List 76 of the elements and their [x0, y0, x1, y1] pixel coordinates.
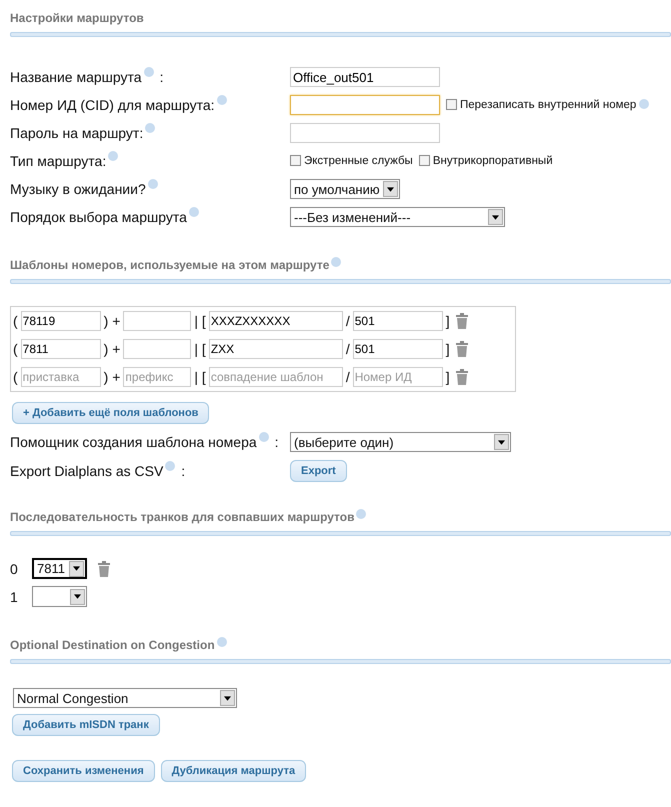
separator-text: / [346, 369, 350, 385]
text-field[interactable] [290, 123, 440, 143]
help-icon [144, 67, 154, 77]
pattern-field[interactable] [123, 311, 192, 331]
separator-text: | [ [194, 369, 206, 385]
dropdown[interactable]: (выберите один) [290, 432, 511, 452]
separator-text: | [ [194, 341, 206, 357]
separator-text: ( [13, 341, 18, 357]
help-icon [216, 95, 227, 105]
trash-icon[interactable] [456, 369, 468, 385]
dropdown[interactable]: ---Без изменений--- [290, 207, 505, 227]
help-icon [258, 432, 269, 442]
checkbox-label: Экстренные службы [304, 155, 413, 167]
separator-text: ] [446, 369, 450, 385]
separator-text: ] [446, 313, 450, 329]
section-heading: Шаблоны номеров, используемые на этом маршруте [10, 257, 330, 274]
separator-text: ) + [104, 369, 120, 385]
separator-text: ) + [104, 341, 120, 357]
action-button[interactable]: Сохранить изменения [12, 760, 155, 782]
separator-text: ( [13, 369, 18, 385]
pattern-field[interactable]: префикс [123, 367, 192, 387]
separator-text: | [ [194, 313, 206, 329]
section-heading: Optional Destination on Congestion [10, 637, 215, 654]
separator-text: ( [13, 313, 18, 329]
field-label: Музыку в ожидании? [10, 181, 146, 197]
trunk-index: 1 [10, 588, 19, 604]
help-icon [148, 179, 158, 189]
checkbox-label: Перезаписать внутренний номер [460, 99, 636, 111]
help-icon [188, 207, 199, 217]
field-label: Тип маршрута: [10, 153, 106, 169]
field-label: Пароль на маршрут: [10, 125, 144, 141]
separator-text: ) + [104, 313, 120, 329]
checkbox-label: Внутрикорпоративный [432, 155, 553, 167]
text-field[interactable]: Office_out501 [290, 67, 440, 87]
trash-icon[interactable] [98, 560, 110, 576]
field-label: Название маршрута [10, 69, 142, 85]
pattern-field[interactable]: Номер ИД [352, 367, 443, 387]
pattern-field[interactable]: приставка [20, 367, 101, 387]
pattern-field[interactable] [123, 339, 192, 359]
trunk-index: 0 [10, 560, 19, 576]
field-label: Export Dialplans as CSV [10, 463, 164, 479]
checkbox[interactable] [446, 99, 457, 110]
pattern-field[interactable]: ZXX [208, 339, 343, 359]
help-icon [165, 461, 176, 471]
field-label: Порядок выбора маршрута [10, 209, 187, 225]
trunk-dropdown[interactable] [32, 586, 87, 607]
pattern-field[interactable]: 501 [352, 311, 443, 331]
export-button[interactable]: Export [290, 460, 347, 482]
section-heading: Последовательность транков для совпавших маршрутов [10, 509, 354, 526]
separator-text: ] [446, 341, 450, 357]
pattern-field[interactable]: XXXZXXXXXX [208, 311, 343, 331]
label-colon: : [181, 463, 186, 479]
action-button[interactable]: Дубликация маршрута [160, 760, 306, 782]
field-label: Помощник создания шаблона номера [10, 434, 257, 450]
pattern-field[interactable]: 7811 [20, 339, 101, 359]
help-icon [145, 123, 156, 133]
label-colon: : [160, 69, 164, 85]
separator-text: / [346, 341, 350, 357]
checkbox[interactable] [418, 155, 430, 166]
trash-icon[interactable] [456, 313, 468, 329]
pattern-field[interactable]: совпадение шаблон [208, 367, 343, 387]
checkbox[interactable] [290, 155, 301, 166]
help-icon [108, 151, 118, 161]
add-trunk-button[interactable]: Добавить mISDN транк [12, 714, 160, 736]
pattern-field[interactable]: 501 [352, 339, 443, 359]
dropdown[interactable]: по умолчанию [290, 179, 400, 199]
dropdown[interactable]: Normal Congestion [13, 688, 237, 708]
trash-icon[interactable] [456, 341, 468, 357]
trunk-dropdown[interactable]: 7811 [32, 558, 87, 579]
separator-text: / [346, 313, 350, 329]
section-heading: Настройки маршрутов [10, 10, 144, 27]
field-label: Номер ИД (CID) для маршрута: [10, 97, 215, 113]
text-field[interactable] [290, 95, 440, 115]
label-colon: : [274, 434, 279, 450]
add-fields-button[interactable]: + Добавить ещё поля шаблонов [12, 402, 210, 424]
pattern-field[interactable]: 78119 [20, 311, 101, 331]
